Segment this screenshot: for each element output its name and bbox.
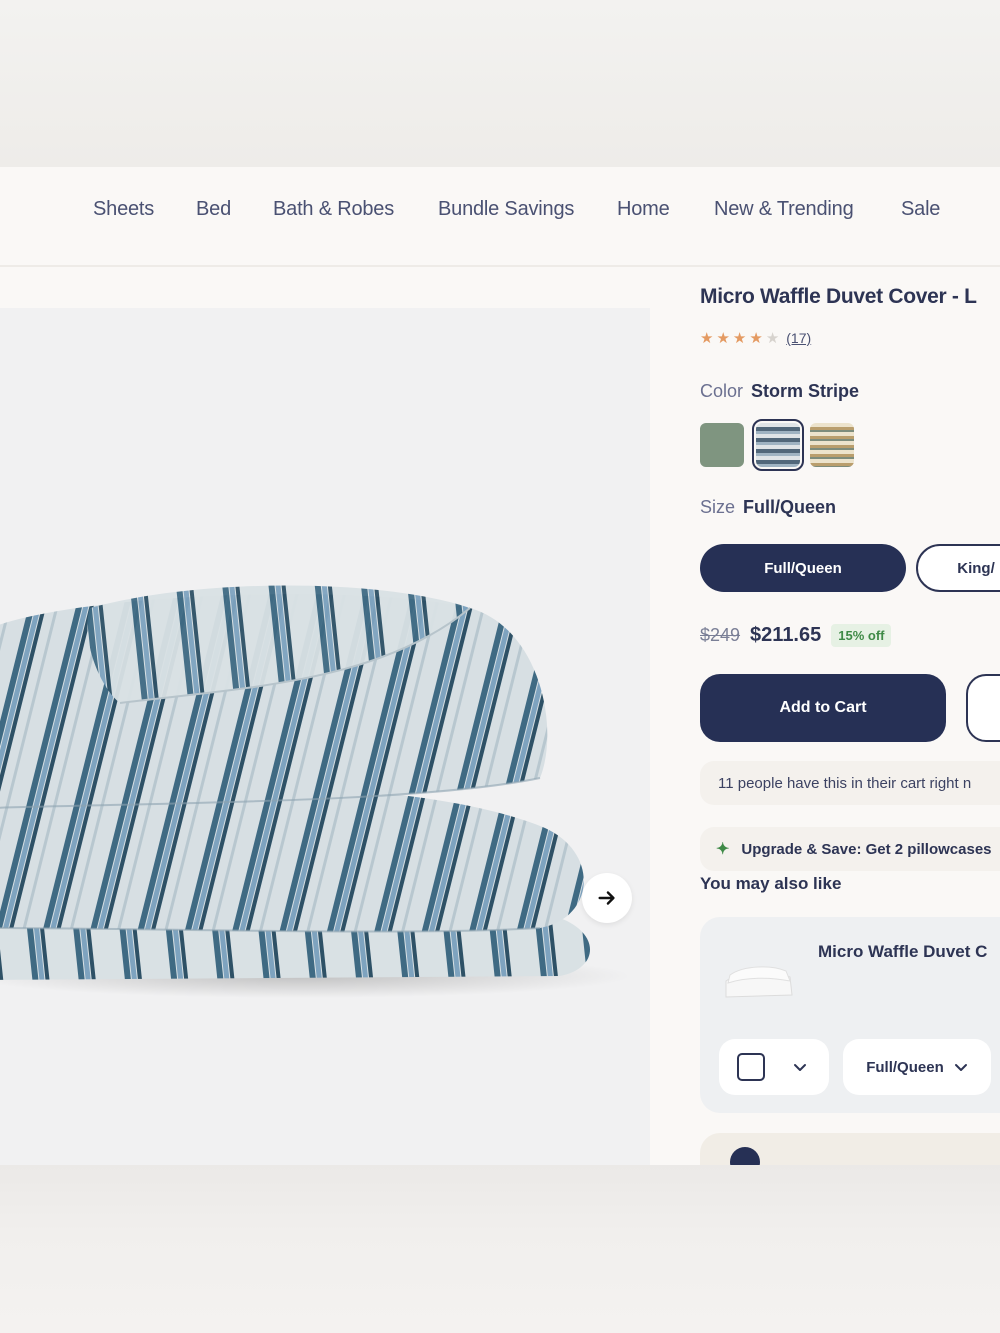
sparkle-icon: ✦ — [716, 841, 730, 858]
size-label: Size — [700, 497, 736, 517]
swatch-storm-stripe[interactable] — [752, 419, 804, 471]
next-image-button[interactable] — [582, 873, 632, 923]
main-nav: Sheets Bed Bath & Robes Bundle Savings H… — [0, 167, 1000, 267]
color-value: Storm Stripe — [751, 381, 860, 401]
nav-item-new-trending[interactable]: New & Trending — [714, 198, 854, 221]
size-select[interactable]: Full/Queen — [843, 1039, 991, 1095]
recommendations-title: You may also like — [700, 874, 842, 893]
variant-select[interactable] — [719, 1039, 829, 1095]
cart-notice-text: 11 people have this in their cart right … — [718, 774, 972, 792]
size-value: Full/Queen — [743, 497, 837, 517]
avatar — [730, 1147, 760, 1165]
nav-item-sale[interactable]: Sale — [901, 198, 940, 221]
nav-item-home[interactable]: Home — [617, 198, 670, 221]
chevron-down-icon — [794, 1064, 806, 1071]
secondary-action-button[interactable] — [966, 674, 1000, 742]
top-backdrop — [0, 0, 1000, 167]
nav-item-bed[interactable]: Bed — [196, 198, 231, 221]
chevron-down-icon — [954, 1064, 967, 1071]
rating[interactable]: ★ ★ ★ ★ ★ (17) — [700, 329, 811, 347]
review-count-link[interactable]: (17) — [786, 330, 811, 346]
arrow-right-icon — [598, 891, 615, 905]
bottom-backdrop — [0, 1165, 1000, 1333]
select-checkbox[interactable] — [737, 1053, 765, 1081]
nav-item-bundle-savings[interactable]: Bundle Savings — [438, 198, 574, 221]
star-icon: ★ — [732, 330, 747, 347]
sale-price: $211.65 — [750, 624, 822, 646]
color-label: Color — [700, 381, 744, 401]
size-select-value: Full/Queen — [866, 1058, 944, 1076]
star-icon: ★ — [700, 330, 714, 347]
recommendation-card: Micro Waffle Duvet C Full/Queen — [700, 917, 1000, 1113]
recommendation-thumbnail — [725, 966, 793, 998]
upsell-banner[interactable]: ✦ Upgrade & Save: Get 2 pillowcases — [700, 827, 1000, 871]
cart-notice: 11 people have this in their cart right … — [700, 761, 1000, 805]
discount-badge: 15% off — [831, 624, 892, 647]
size-row: Size Full/Queen — [700, 497, 836, 518]
upsell-text: Upgrade & Save: Get 2 pillowcases — [741, 840, 992, 858]
product-page: Sheets Bed Bath & Robes Bundle Savings H… — [0, 167, 1000, 1165]
add-to-cart-button[interactable]: Add to Cart — [700, 674, 946, 742]
original-price: $249 — [700, 625, 741, 645]
price-row: $249 $211.65 15% off — [700, 624, 892, 647]
product-image — [0, 585, 630, 998]
product-gallery — [0, 308, 650, 1165]
star-icon: ★ — [749, 330, 763, 347]
size-option-king[interactable]: King/ — [916, 544, 1000, 592]
recommendation-name[interactable]: Micro Waffle Duvet C — [818, 942, 987, 962]
nav-item-bath-robes[interactable]: Bath & Robes — [273, 198, 394, 221]
nav-item-sheets[interactable]: Sheets — [93, 198, 154, 221]
color-row: Color Storm Stripe — [700, 381, 859, 402]
swatch-sage[interactable] — [700, 423, 744, 467]
recommendation-card-next — [700, 1133, 1000, 1165]
star-empty-icon: ★ — [765, 330, 780, 347]
product-title: Micro Waffle Duvet Cover - L — [700, 285, 977, 308]
size-option-full-queen[interactable]: Full/Queen — [700, 544, 906, 592]
star-icon: ★ — [716, 330, 730, 347]
swatch-sand-stripe[interactable] — [810, 423, 854, 467]
